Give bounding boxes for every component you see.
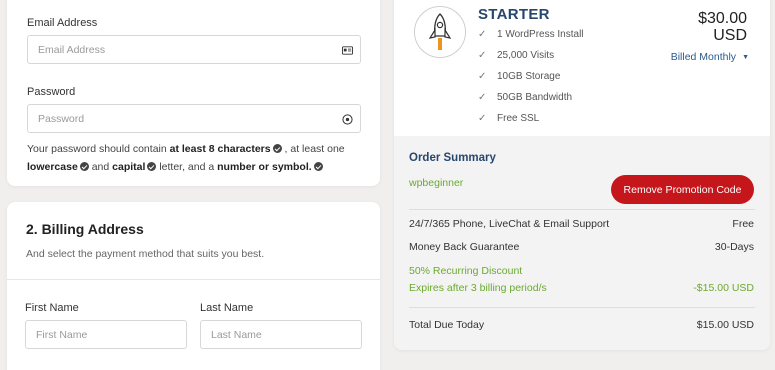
check-icon: ✓ xyxy=(478,113,487,124)
email-placeholder: Email Address xyxy=(38,43,106,56)
discount-expiry-row: Expires after 3 billing period/s -$15.00 … xyxy=(409,282,754,294)
total-value: $15.00 USD xyxy=(696,319,754,331)
check-circle-icon xyxy=(272,144,282,153)
total-row: Total Due Today $15.00 USD xyxy=(409,319,754,331)
check-icon: ✓ xyxy=(478,92,487,103)
check-icon: ✓ xyxy=(478,29,487,40)
billing-cycle-select[interactable]: Billed Monthly ▼ xyxy=(671,51,749,63)
email-input[interactable]: Email Address xyxy=(27,35,361,64)
last-name-placeholder: Last Name xyxy=(211,328,262,341)
discount-row: 50% Recurring Discount xyxy=(409,265,523,277)
divider xyxy=(7,279,380,280)
check-circle-icon xyxy=(79,162,89,171)
feature-item: ✓ 1 WordPress Install xyxy=(478,29,584,40)
hint-number: number or symbol. xyxy=(217,161,312,173)
check-icon: ✓ xyxy=(478,71,487,82)
check-icon: ✓ xyxy=(478,50,487,61)
divider xyxy=(409,307,755,308)
price-amount: $30.00 xyxy=(698,10,747,27)
password-placeholder: Password xyxy=(38,112,85,125)
billing-title: 2. Billing Address xyxy=(26,221,144,237)
plan-card: STARTER ✓ 1 WordPress Install ✓ 25,000 Vis… xyxy=(394,0,770,350)
password-input[interactable]: Password xyxy=(27,104,361,133)
plan-logo xyxy=(414,6,466,58)
account-card: Email Address Email Address Password Pas… xyxy=(7,0,380,186)
feature-item: ✓ 25,000 Visits xyxy=(478,50,555,61)
password-label: Password xyxy=(27,86,76,98)
hint-capital: capital xyxy=(112,161,146,173)
divider xyxy=(409,209,755,210)
first-name-input[interactable]: First Name xyxy=(25,320,187,349)
total-label: Total Due Today xyxy=(409,319,485,331)
remove-promotion-button[interactable]: Remove Promotion Code xyxy=(611,175,754,204)
rocket-icon xyxy=(428,13,452,50)
billing-cycle-label: Billed Monthly xyxy=(670,51,737,63)
check-circle-icon xyxy=(313,162,323,171)
card-icon xyxy=(342,46,353,55)
first-name-label: First Name xyxy=(25,302,79,314)
hint-length: at least 8 characters xyxy=(169,143,271,155)
feature-item: ✓ 10GB Storage xyxy=(478,71,561,82)
first-name-placeholder: First Name xyxy=(36,328,88,341)
feature-item: ✓ 50GB Bandwidth xyxy=(478,92,573,103)
caret-down-icon: ▼ xyxy=(742,53,749,61)
last-name-label: Last Name xyxy=(200,302,254,314)
eye-icon[interactable] xyxy=(342,114,353,125)
order-summary-title: Order Summary xyxy=(409,152,496,164)
plan-details: STARTER ✓ 1 WordPress Install ✓ 25,000 Vis… xyxy=(394,0,770,136)
summary-row: 24/7/365 Phone, LiveChat & Email Support… xyxy=(409,218,754,230)
password-hint: Your password should contain at least 8 … xyxy=(27,143,345,173)
email-label: Email Address xyxy=(27,17,98,29)
last-name-input[interactable]: Last Name xyxy=(200,320,362,349)
promo-code: wpbeginner xyxy=(409,177,464,189)
billing-card: 2. Billing Address And select the paymen… xyxy=(7,202,380,370)
hint-lowercase: lowercase xyxy=(27,161,78,173)
plan-name: STARTER xyxy=(478,6,550,23)
summary-row: Money Back Guarantee 30-Days xyxy=(409,241,754,253)
price-currency: USD xyxy=(713,27,747,44)
billing-subtitle: And select the payment method that suits… xyxy=(26,248,265,260)
feature-item: ✓ Free SSL xyxy=(478,113,540,124)
